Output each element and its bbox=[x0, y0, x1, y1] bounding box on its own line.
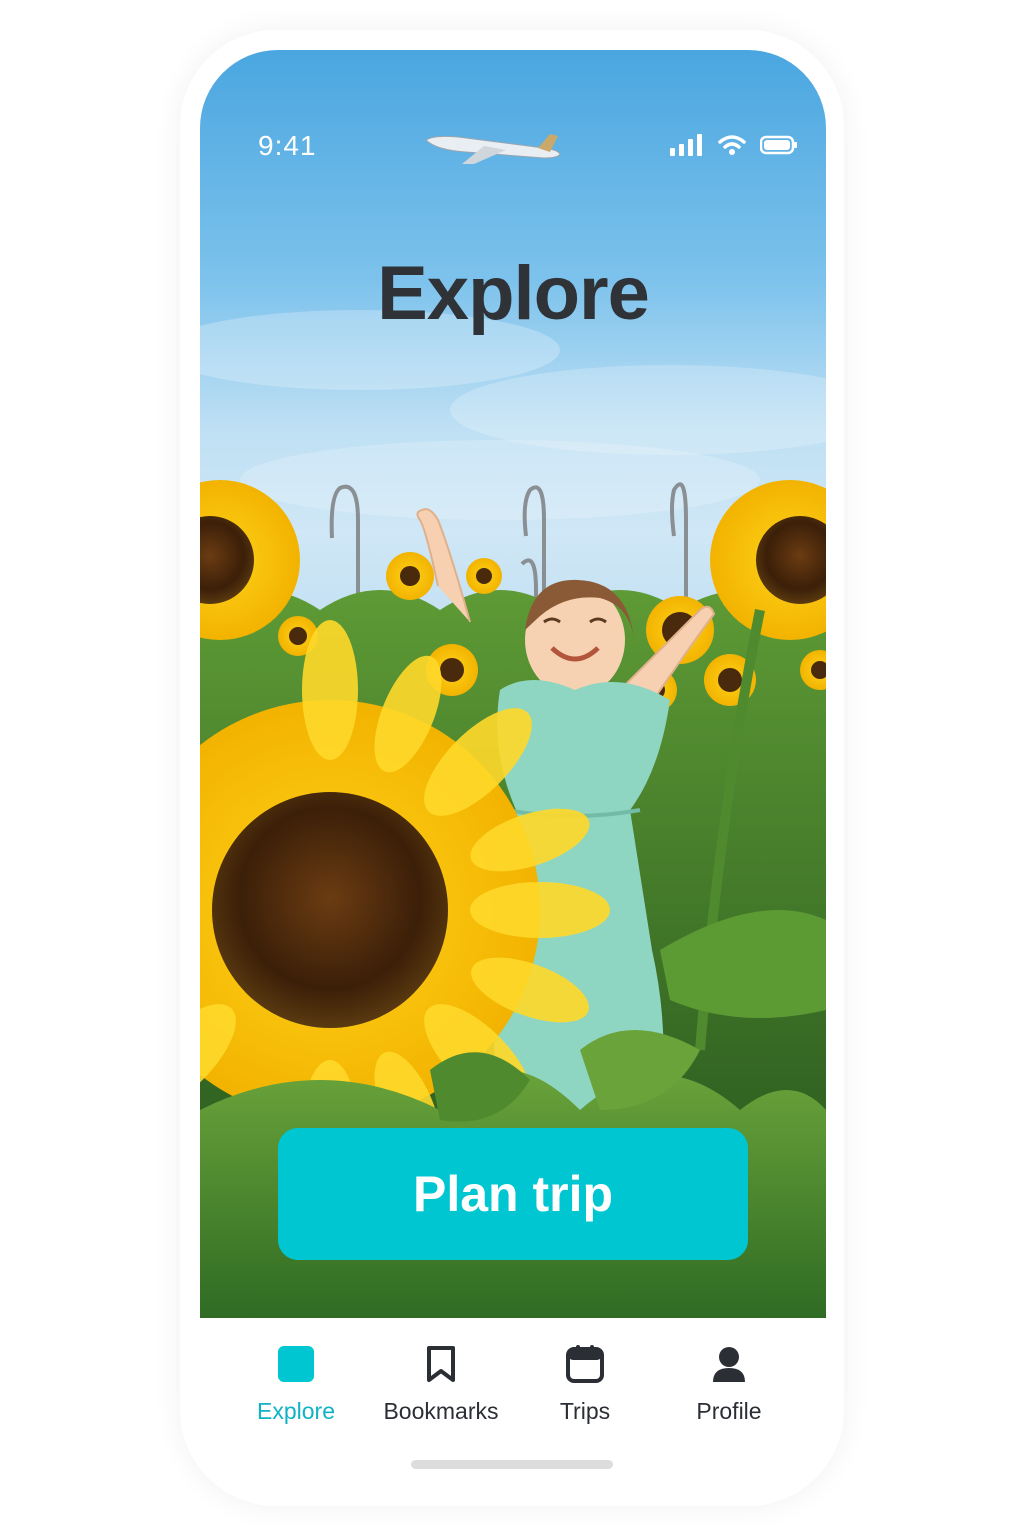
tab-explore[interactable]: Explore bbox=[221, 1344, 371, 1425]
plan-trip-button[interactable]: Plan trip bbox=[278, 1128, 748, 1260]
wifi-icon bbox=[718, 135, 746, 155]
tab-label: Profile bbox=[696, 1398, 762, 1424]
profile-icon bbox=[713, 1347, 745, 1382]
signal-icon bbox=[670, 134, 702, 156]
status-bar: 9:41 bbox=[200, 50, 826, 161]
explore-icon bbox=[278, 1346, 314, 1382]
tab-trips[interactable]: Trips bbox=[510, 1344, 660, 1425]
tab-profile[interactable]: Profile bbox=[654, 1344, 804, 1425]
bookmark-icon bbox=[427, 1346, 455, 1382]
status-time: 9:41 bbox=[258, 130, 317, 161]
tab-bookmarks[interactable]: Bookmarks bbox=[366, 1344, 516, 1425]
tab-label: Explore bbox=[257, 1398, 335, 1424]
status-icons bbox=[670, 134, 798, 156]
calendar-icon bbox=[566, 1345, 604, 1383]
tab-label: Bookmarks bbox=[383, 1398, 499, 1424]
page-title: Explore bbox=[377, 251, 650, 336]
battery-icon bbox=[760, 135, 797, 155]
tab-bar: Explore Bookmarks Trips Profile bbox=[200, 1318, 826, 1448]
home-indicator bbox=[411, 1460, 613, 1469]
tab-label: Trips bbox=[559, 1398, 611, 1424]
